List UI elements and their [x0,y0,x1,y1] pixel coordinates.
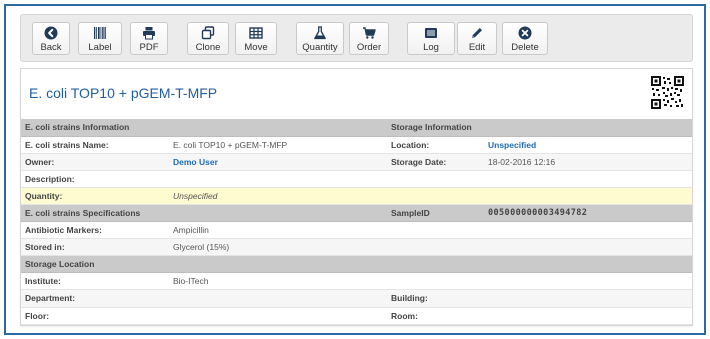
empty-cell [387,187,484,205]
delete-label: Delete [511,42,539,53]
department-label: Department: [21,289,169,308]
location-link[interactable]: Unspecified [488,140,536,150]
empty-cell [484,170,692,188]
section-strain-info: E. coli strains Information [21,119,387,137]
label-label: Label [88,42,112,53]
table-row: Floor: Room: [21,307,692,325]
institute-value: Bio-ITech [169,272,387,291]
quantity-label: Quantity: [21,187,169,205]
department-value [169,289,387,308]
name-label: E. coli strains Name: [21,136,169,154]
owner-link[interactable]: Demo User [173,157,218,167]
empty-cell [484,221,692,240]
table-row: Institute: Bio-ITech [21,272,692,291]
room-value [484,307,692,325]
quantity-button[interactable]: Quantity [296,22,344,55]
edit-button[interactable]: Edit [457,22,497,55]
empty-cell [387,221,484,240]
table-row: Description: [21,170,692,188]
delete-button[interactable]: Delete [502,22,548,55]
barcode-icon [94,27,106,39]
markers-value: Ampicillin [169,221,387,240]
record-panel: E. coli TOP10 + pGEM-T-MFP E. coli strai… [20,68,693,326]
stored-in-label: Stored in: [21,238,169,257]
order-label: Order [356,42,382,53]
table-row: Stored in: Glycerol (15%) [21,238,692,257]
pdf-button[interactable]: PDF [130,22,168,55]
section-header-row: E. coli strains Specifications SampleID … [21,204,692,223]
storage-date-label: Storage Date: [387,153,484,171]
quantity-label: Quantity [302,42,338,53]
storage-date-value: 18-02-2016 12:16 [484,153,692,171]
pdf-label: PDF [139,42,159,53]
back-circle-icon [44,26,58,40]
move-button[interactable]: Move [235,22,277,55]
building-label: Building: [387,289,484,308]
edit-label: Edit [468,42,486,53]
clone-label: Clone [195,42,221,53]
description-label: Description: [21,170,169,188]
empty-cell [387,272,484,291]
action-toolbar: Back Label PDF Clone Move Quantity Order… [20,14,693,62]
record-title: E. coli TOP10 + pGEM-T-MFP [29,85,218,101]
back-label: Back [40,42,62,53]
floor-label: Floor: [21,307,169,325]
record-details-table: E. coli strains Information Storage Info… [21,119,692,325]
room-label: Room: [387,307,484,325]
sample-id-value: 005000000003494782 [484,204,692,223]
move-label: Move [244,42,268,53]
table-row: Department: Building: [21,289,692,308]
table-row: E. coli strains Name: E. coli TOP10 + pG… [21,136,692,154]
list-icon [425,28,437,38]
quantity-value: Unspecified [169,187,387,205]
floor-value [169,307,387,325]
cart-icon [363,27,376,39]
empty-cell [387,238,484,257]
pencil-icon [472,28,482,38]
sample-id-label: SampleID [387,204,484,223]
empty-cell [387,170,484,188]
qr-code-icon [651,76,684,109]
clone-icon [201,26,215,40]
section-header-row: Storage Location [21,255,692,274]
log-button[interactable]: Log [407,22,455,55]
grid-icon [249,27,263,39]
quantity-row: Quantity: Unspecified [21,187,692,205]
section-header-row: E. coli strains Information Storage Info… [21,119,692,137]
back-button[interactable]: Back [32,22,70,55]
table-row: Owner: Demo User Storage Date: 18-02-201… [21,153,692,171]
name-value: E. coli TOP10 + pGEM-T-MFP [169,136,387,154]
log-label: Log [423,42,439,53]
empty-cell [484,187,692,205]
table-row: Antibiotic Markers: Ampicillin [21,221,692,240]
delete-circle-icon [518,26,532,40]
section-storage-location: Storage Location [21,255,692,274]
section-specifications: E. coli strains Specifications [21,204,387,223]
label-button[interactable]: Label [78,22,122,55]
building-value [484,289,692,308]
stored-in-value: Glycerol (15%) [169,238,387,257]
empty-cell [484,272,692,291]
flask-icon [314,26,326,40]
order-button[interactable]: Order [349,22,389,55]
location-label: Location: [387,136,484,154]
description-value [169,170,387,188]
section-storage-info: Storage Information [387,119,692,137]
owner-label: Owner: [21,153,169,171]
institute-label: Institute: [21,272,169,291]
markers-label: Antibiotic Markers: [21,221,169,240]
clone-button[interactable]: Clone [187,22,229,55]
printer-icon [143,27,155,40]
empty-cell [484,238,692,257]
